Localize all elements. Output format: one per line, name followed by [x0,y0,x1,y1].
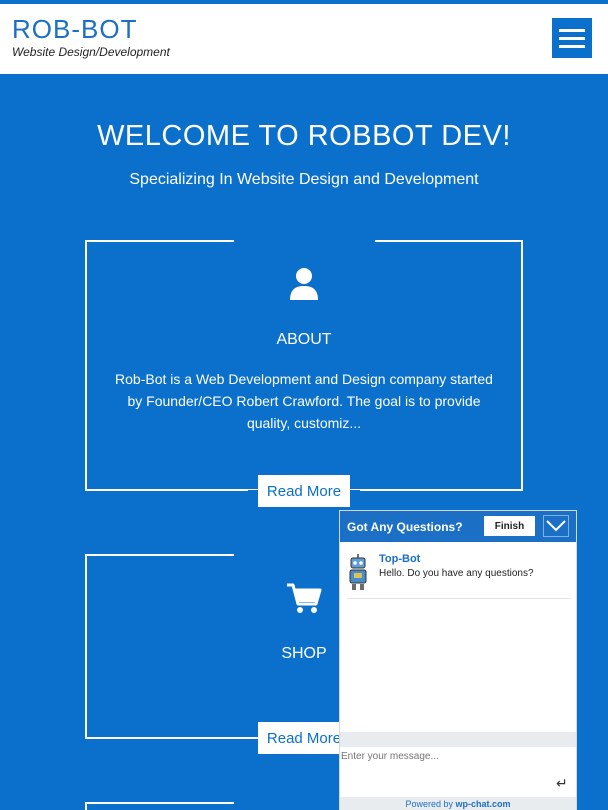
footer-brand-link[interactable]: wp-chat.com [456,799,511,809]
message-text: Hello. Do you have any questions? [379,568,534,579]
chat-widget: Got Any Questions? Finish Top-Bot Hello.… [339,510,577,810]
about-card: ABOUT Rob-Bot is a Web Development and D… [85,240,523,494]
hamburger-menu-button[interactable] [552,18,592,58]
hamburger-menu-icon [559,28,585,32]
chat-title: Got Any Questions? [347,520,463,534]
hero-subtitle: Specializing In Website Design and Devel… [129,171,479,188]
user-icon [87,266,521,307]
message-author: Top-Bot [379,553,421,565]
chat-header: Got Any Questions? Finish [340,511,576,542]
site-tagline: Website Design/Development [12,45,170,59]
hero-title: WELCOME TO ROBBOT DEV! [97,120,511,152]
chat-divider-band [340,732,576,747]
site-brand[interactable]: ROB-BOT [12,14,137,45]
site-header: ROB-BOT Website Design/Development [0,4,608,74]
about-text: Rob-Bot is a Web Development and Design … [115,371,493,431]
message-divider [347,598,571,599]
chevron-down-icon [546,520,566,532]
collapse-chat-button[interactable] [543,515,569,537]
finish-button[interactable]: Finish [484,516,535,536]
chat-footer: Powered by wp-chat.com [340,797,576,810]
footer-prefix: Powered by [405,799,456,809]
shop-read-more-button[interactable]: Read More [258,722,350,754]
chat-message-input[interactable] [340,747,576,797]
about-title: ABOUT [276,331,332,348]
robot-avatar-icon [347,553,369,591]
about-read-more-button[interactable]: Read More [258,475,350,507]
enter-return-icon[interactable]: ↵ [556,776,568,792]
